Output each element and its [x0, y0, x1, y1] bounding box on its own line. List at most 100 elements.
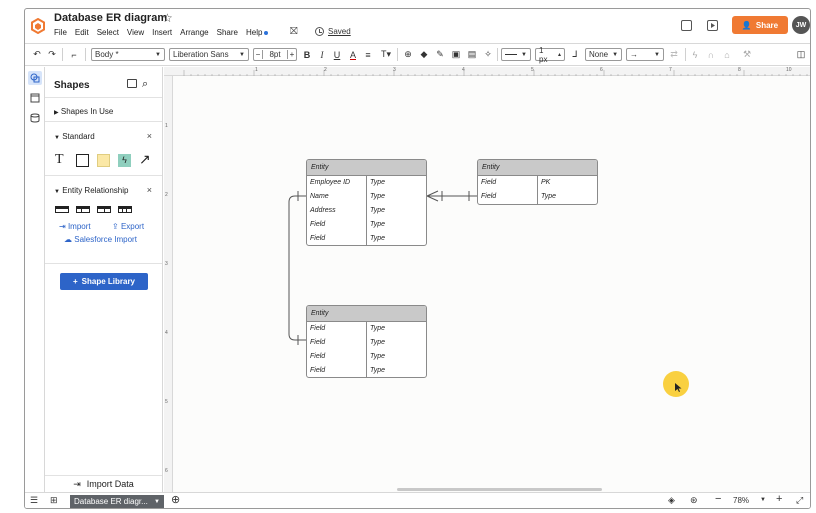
- table-row[interactable]: Field Type: [307, 349, 426, 364]
- grid-view-icon[interactable]: ⊞: [50, 495, 58, 506]
- menu-arrange[interactable]: Arrange: [180, 28, 208, 37]
- present-icon[interactable]: [707, 20, 718, 31]
- undo-icon[interactable]: ↶: [31, 48, 43, 61]
- close-icon[interactable]: ×: [147, 185, 152, 195]
- entity-table[interactable]: Entity Field Type Field Type Field Type Fie…: [306, 305, 427, 379]
- style-select[interactable]: Body * ▼: [91, 48, 165, 61]
- chevron-down-icon[interactable]: ▼: [154, 499, 160, 505]
- field-cell[interactable]: Address: [307, 203, 367, 218]
- salesforce-import-link[interactable]: ☁ Salesforce Import: [64, 235, 137, 244]
- field-cell[interactable]: Field: [307, 322, 367, 336]
- decrease-size-button[interactable]: −: [254, 50, 263, 59]
- entity-relationship-header[interactable]: ▼ Entity Relationship: [54, 186, 128, 195]
- entity-title[interactable]: Entity: [478, 160, 597, 176]
- comment-icon[interactable]: [681, 20, 692, 31]
- table-row[interactable]: Field Type: [307, 335, 426, 350]
- text-color-icon[interactable]: A: [347, 48, 359, 61]
- standard-header[interactable]: ▼ Standard: [54, 132, 95, 141]
- menu-edit[interactable]: Edit: [75, 28, 89, 37]
- menu-select[interactable]: Select: [97, 28, 119, 37]
- share-button[interactable]: 👤 Share: [732, 16, 788, 34]
- diagram-canvas[interactable]: Entity Employee ID Type Name Type Address T…: [173, 76, 810, 492]
- action-icon[interactable]: ϟ: [689, 48, 701, 61]
- image-icon[interactable]: ▤: [466, 48, 478, 61]
- field-cell[interactable]: Field: [307, 217, 367, 232]
- type-cell[interactable]: PK: [538, 176, 550, 190]
- endpoint-end-select[interactable]: → ▼: [626, 48, 664, 61]
- shapes-rail-icon[interactable]: [28, 71, 42, 85]
- shape-library-button[interactable]: + Shape Library: [60, 273, 148, 290]
- entity-table[interactable]: Entity Employee ID Type Name Type Address T…: [306, 159, 427, 246]
- chevron-down-icon[interactable]: ▼: [760, 497, 766, 503]
- list-view-icon[interactable]: ☰: [30, 495, 38, 506]
- increase-size-button[interactable]: +: [287, 50, 296, 59]
- type-cell[interactable]: Type: [367, 176, 385, 190]
- er-entity-shape-icon[interactable]: [118, 206, 132, 213]
- lightning-shape-icon[interactable]: ϟ: [118, 154, 131, 167]
- layers-icon[interactable]: ◈: [668, 495, 675, 506]
- rectangle-shape-icon[interactable]: [76, 154, 89, 167]
- menu-view[interactable]: View: [127, 28, 144, 37]
- link-icon[interactable]: ∩: [705, 48, 717, 61]
- zoom-out-button[interactable]: −: [715, 493, 721, 505]
- menu-file[interactable]: File: [54, 28, 67, 37]
- format-painter-icon[interactable]: ⌐: [68, 48, 80, 61]
- font-select[interactable]: Liberation Sans ▼: [169, 48, 249, 61]
- field-cell[interactable]: Employee ID: [307, 176, 367, 190]
- saved-status[interactable]: Saved: [315, 27, 351, 36]
- type-cell[interactable]: Type: [538, 190, 556, 204]
- font-size-stepper[interactable]: − 8pt +: [253, 48, 297, 61]
- import-link[interactable]: ⇥ Import: [59, 222, 91, 231]
- image-search-icon[interactable]: [127, 79, 137, 88]
- export-link[interactable]: ⇪ Export: [112, 222, 144, 231]
- er-entity-shape-icon[interactable]: [76, 206, 90, 213]
- navigate-icon[interactable]: ⊛: [690, 495, 698, 506]
- fill-color-icon[interactable]: ◆: [418, 48, 430, 61]
- underline-icon[interactable]: U: [331, 48, 343, 61]
- type-cell[interactable]: Type: [367, 363, 385, 377]
- type-cell[interactable]: Type: [367, 190, 385, 204]
- shapes-in-use-section[interactable]: ▶ Shapes In Use: [45, 97, 162, 121]
- shapes-in-use-header[interactable]: ▶ Shapes In Use: [54, 107, 113, 116]
- line-width-select[interactable]: 1 px ▴: [535, 46, 565, 64]
- table-row[interactable]: Field Type: [307, 322, 426, 336]
- table-row[interactable]: Name Type: [307, 189, 426, 204]
- field-cell[interactable]: Field: [307, 363, 367, 378]
- fullscreen-icon[interactable]: ⤢: [796, 495, 803, 506]
- table-row[interactable]: Field Type: [307, 363, 426, 378]
- table-row[interactable]: Address Type: [307, 203, 426, 218]
- star-icon[interactable]: ☆: [162, 11, 173, 25]
- document-title[interactable]: Database ER diagram: [54, 12, 167, 24]
- wrench-icon[interactable]: ⚒: [741, 48, 753, 61]
- line-routing-icon[interactable]: ⅃: [569, 48, 581, 61]
- relationship-line[interactable]: [288, 195, 306, 341]
- zoom-level[interactable]: 78%: [733, 496, 749, 505]
- close-icon[interactable]: ×: [147, 131, 152, 141]
- field-cell[interactable]: Field: [478, 176, 538, 190]
- search-icon[interactable]: ⌕: [142, 78, 148, 91]
- text-options-icon[interactable]: T▾: [378, 48, 394, 61]
- avatar[interactable]: JW: [792, 16, 810, 34]
- align-icon[interactable]: ≡: [362, 48, 374, 61]
- magic-wand-icon[interactable]: ✧: [482, 48, 494, 61]
- entity-title[interactable]: Entity: [307, 306, 426, 322]
- bold-icon[interactable]: B: [301, 48, 313, 61]
- field-cell[interactable]: Field: [307, 231, 367, 245]
- table-row[interactable]: Field Type: [307, 217, 426, 232]
- page-tab[interactable]: Database ER diagr... ▼: [70, 495, 164, 508]
- field-cell[interactable]: Field: [307, 349, 367, 364]
- shape-options-icon[interactable]: ⊕: [402, 48, 414, 61]
- gift-icon[interactable]: ⛝: [290, 26, 298, 37]
- redo-icon[interactable]: ↷: [46, 48, 58, 61]
- endpoint-start-select[interactable]: None ▼: [585, 48, 622, 61]
- lock-shape-icon[interactable]: ▣: [450, 48, 462, 61]
- menu-insert[interactable]: Insert: [152, 28, 172, 37]
- entity-table[interactable]: Entity Field PK Field Type: [477, 159, 598, 205]
- panel-toggle-icon[interactable]: ◫: [795, 48, 807, 61]
- er-entity-shape-icon[interactable]: [55, 206, 69, 213]
- type-cell[interactable]: Type: [367, 322, 385, 336]
- field-cell[interactable]: Name: [307, 189, 367, 204]
- swap-icon[interactable]: ⇄: [668, 48, 680, 61]
- field-cell[interactable]: Field: [478, 189, 538, 204]
- text-shape-icon[interactable]: T: [55, 152, 64, 168]
